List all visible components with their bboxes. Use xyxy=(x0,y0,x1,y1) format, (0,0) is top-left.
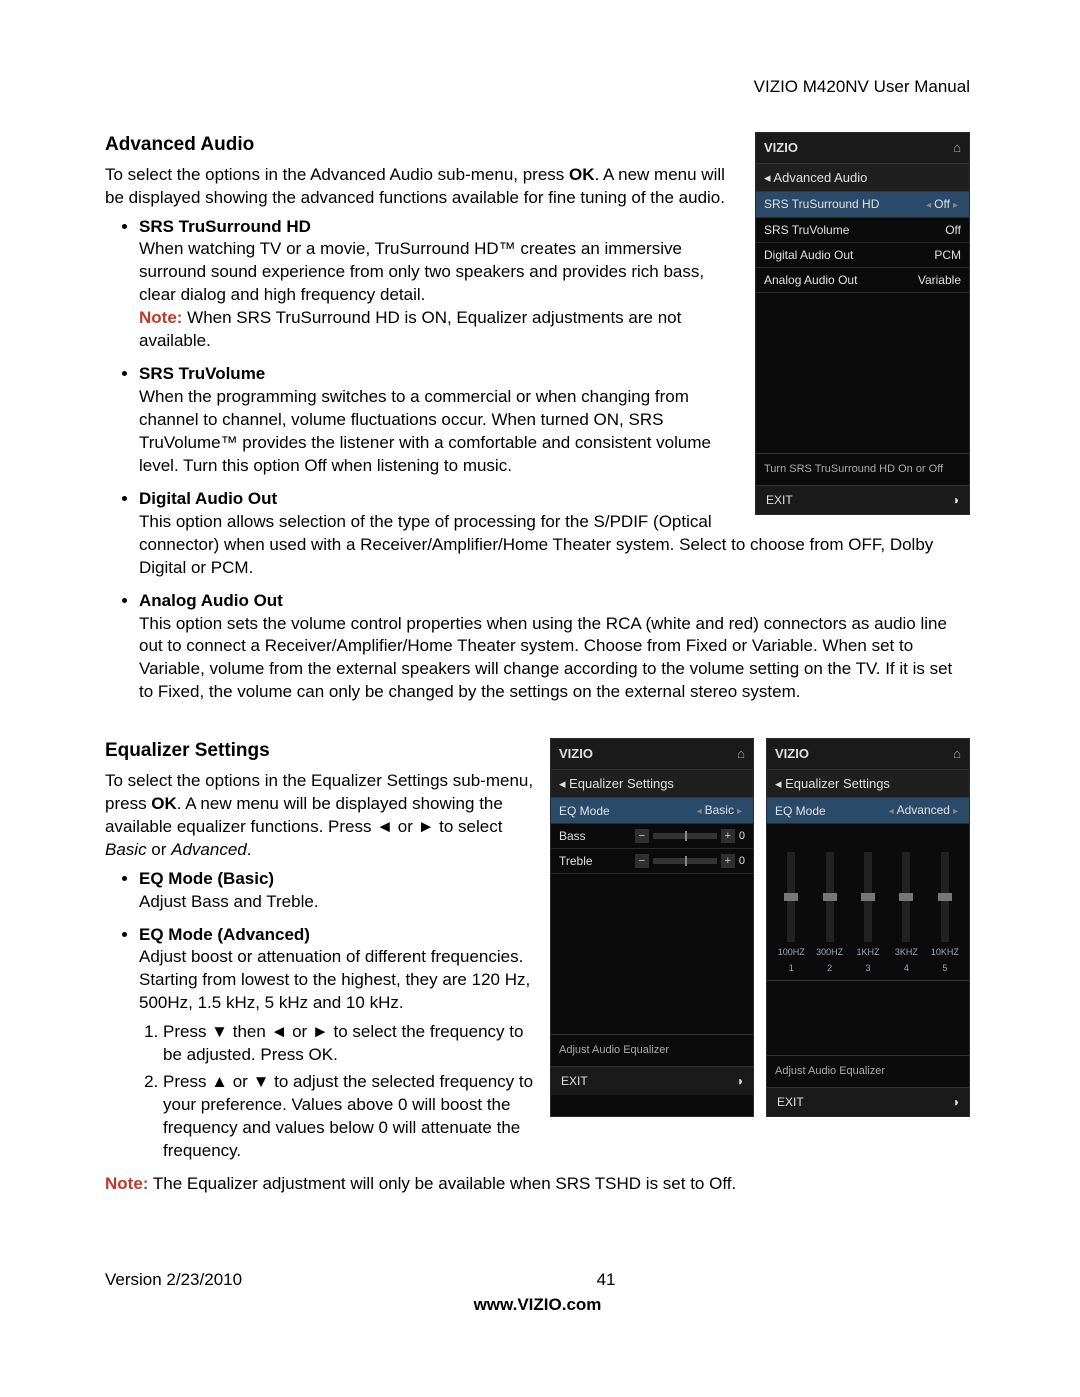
home-icon: ⌂ xyxy=(953,139,961,157)
menu-row-digital-audio-out[interactable]: Digital Audio Out PCM xyxy=(756,243,969,268)
vizio-logo-icon: ◑ xyxy=(952,1094,959,1110)
eq-band-slider[interactable] xyxy=(826,852,834,942)
footer-url: www.VIZIO.com xyxy=(105,1294,970,1317)
minus-icon[interactable]: − xyxy=(635,854,649,868)
treble-slider[interactable]: − + 0 xyxy=(635,854,745,869)
footer-version: Version 2/23/2010 xyxy=(105,1269,242,1292)
left-arrow-icon: ◂ xyxy=(926,200,931,211)
osd-equalizer-pair: VIZIO ⌂ ◂ Equalizer Settings EQ Mode ◂Ba… xyxy=(550,738,970,1117)
osd-hint: Adjust Audio Equalizer xyxy=(551,1034,753,1066)
minus-icon[interactable]: − xyxy=(635,829,649,843)
eq-band-numbers: 12345 xyxy=(767,962,969,981)
back-arrow-icon: ◂ xyxy=(775,776,785,791)
menu-row-srs-trusurround[interactable]: SRS TruSurround HD ◂Off▸ xyxy=(756,192,969,218)
osd-equalizer-basic: VIZIO ⌂ ◂ Equalizer Settings EQ Mode ◂Ba… xyxy=(550,738,754,1117)
left-arrow-icon: ◂ xyxy=(697,806,702,817)
eq-band-slider[interactable] xyxy=(864,852,872,942)
page-footer: Version 2/23/2010 41 www.VIZIO.com xyxy=(105,1269,970,1317)
bullet-analog-audio-out: Analog Audio Out This option sets the vo… xyxy=(139,590,970,705)
menu-row-srs-truvolume[interactable]: SRS TruVolume Off xyxy=(756,218,969,243)
eq-slider-grid[interactable] xyxy=(767,824,969,946)
menu-row-eq-mode[interactable]: EQ Mode ◂Basic▸ xyxy=(551,798,753,824)
menu-row-treble[interactable]: Treble − + 0 xyxy=(551,849,753,874)
osd-breadcrumb: ◂ Advanced Audio xyxy=(756,164,969,193)
eq-band-slider[interactable] xyxy=(941,852,949,942)
home-icon: ⌂ xyxy=(953,745,961,763)
eq-freq-labels: 100HZ300HZ1KHZ3KHZ10KHZ xyxy=(767,946,969,962)
home-icon: ⌂ xyxy=(737,745,745,763)
exit-button[interactable]: EXIT xyxy=(766,492,793,508)
menu-row-eq-mode[interactable]: EQ Mode ◂Advanced▸ xyxy=(767,798,969,824)
doc-header-title: VIZIO M420NV User Manual xyxy=(754,76,970,99)
osd-advanced-audio: VIZIO ⌂ ◂ Advanced Audio SRS TruSurround… xyxy=(755,132,970,515)
right-arrow-icon: ▸ xyxy=(953,806,958,817)
menu-row-bass[interactable]: Bass − + 0 xyxy=(551,824,753,849)
back-arrow-icon: ◂ xyxy=(559,776,569,791)
osd-brand: VIZIO xyxy=(559,745,593,763)
osd-breadcrumb: ◂ Equalizer Settings xyxy=(767,770,969,799)
osd-brand: VIZIO xyxy=(775,745,809,763)
right-arrow-icon: ▸ xyxy=(953,200,958,211)
footer-page-number: 41 xyxy=(597,1269,616,1292)
vizio-logo-icon: ◑ xyxy=(952,492,959,508)
back-arrow-icon: ◂ xyxy=(764,170,773,185)
osd-hint: Adjust Audio Equalizer xyxy=(767,1055,969,1087)
plus-icon[interactable]: + xyxy=(721,854,735,868)
osd-hint: Turn SRS TruSurround HD On or Off xyxy=(756,453,969,485)
eq-band-slider[interactable] xyxy=(902,852,910,942)
bass-slider[interactable]: − + 0 xyxy=(635,829,745,844)
equalizer-note: Note: The Equalizer adjustment will only… xyxy=(105,1173,970,1196)
plus-icon[interactable]: + xyxy=(721,829,735,843)
exit-button[interactable]: EXIT xyxy=(561,1073,588,1089)
menu-row-analog-audio-out[interactable]: Analog Audio Out Variable xyxy=(756,268,969,293)
osd-brand: VIZIO xyxy=(764,139,798,157)
vizio-logo-icon: ◑ xyxy=(736,1073,743,1089)
eq-band-slider[interactable] xyxy=(787,852,795,942)
exit-button[interactable]: EXIT xyxy=(777,1094,804,1110)
right-arrow-icon: ▸ xyxy=(737,806,742,817)
osd-breadcrumb: ◂ Equalizer Settings xyxy=(551,770,753,799)
left-arrow-icon: ◂ xyxy=(889,806,894,817)
osd-equalizer-advanced: VIZIO ⌂ ◂ Equalizer Settings EQ Mode ◂Ad… xyxy=(766,738,970,1117)
